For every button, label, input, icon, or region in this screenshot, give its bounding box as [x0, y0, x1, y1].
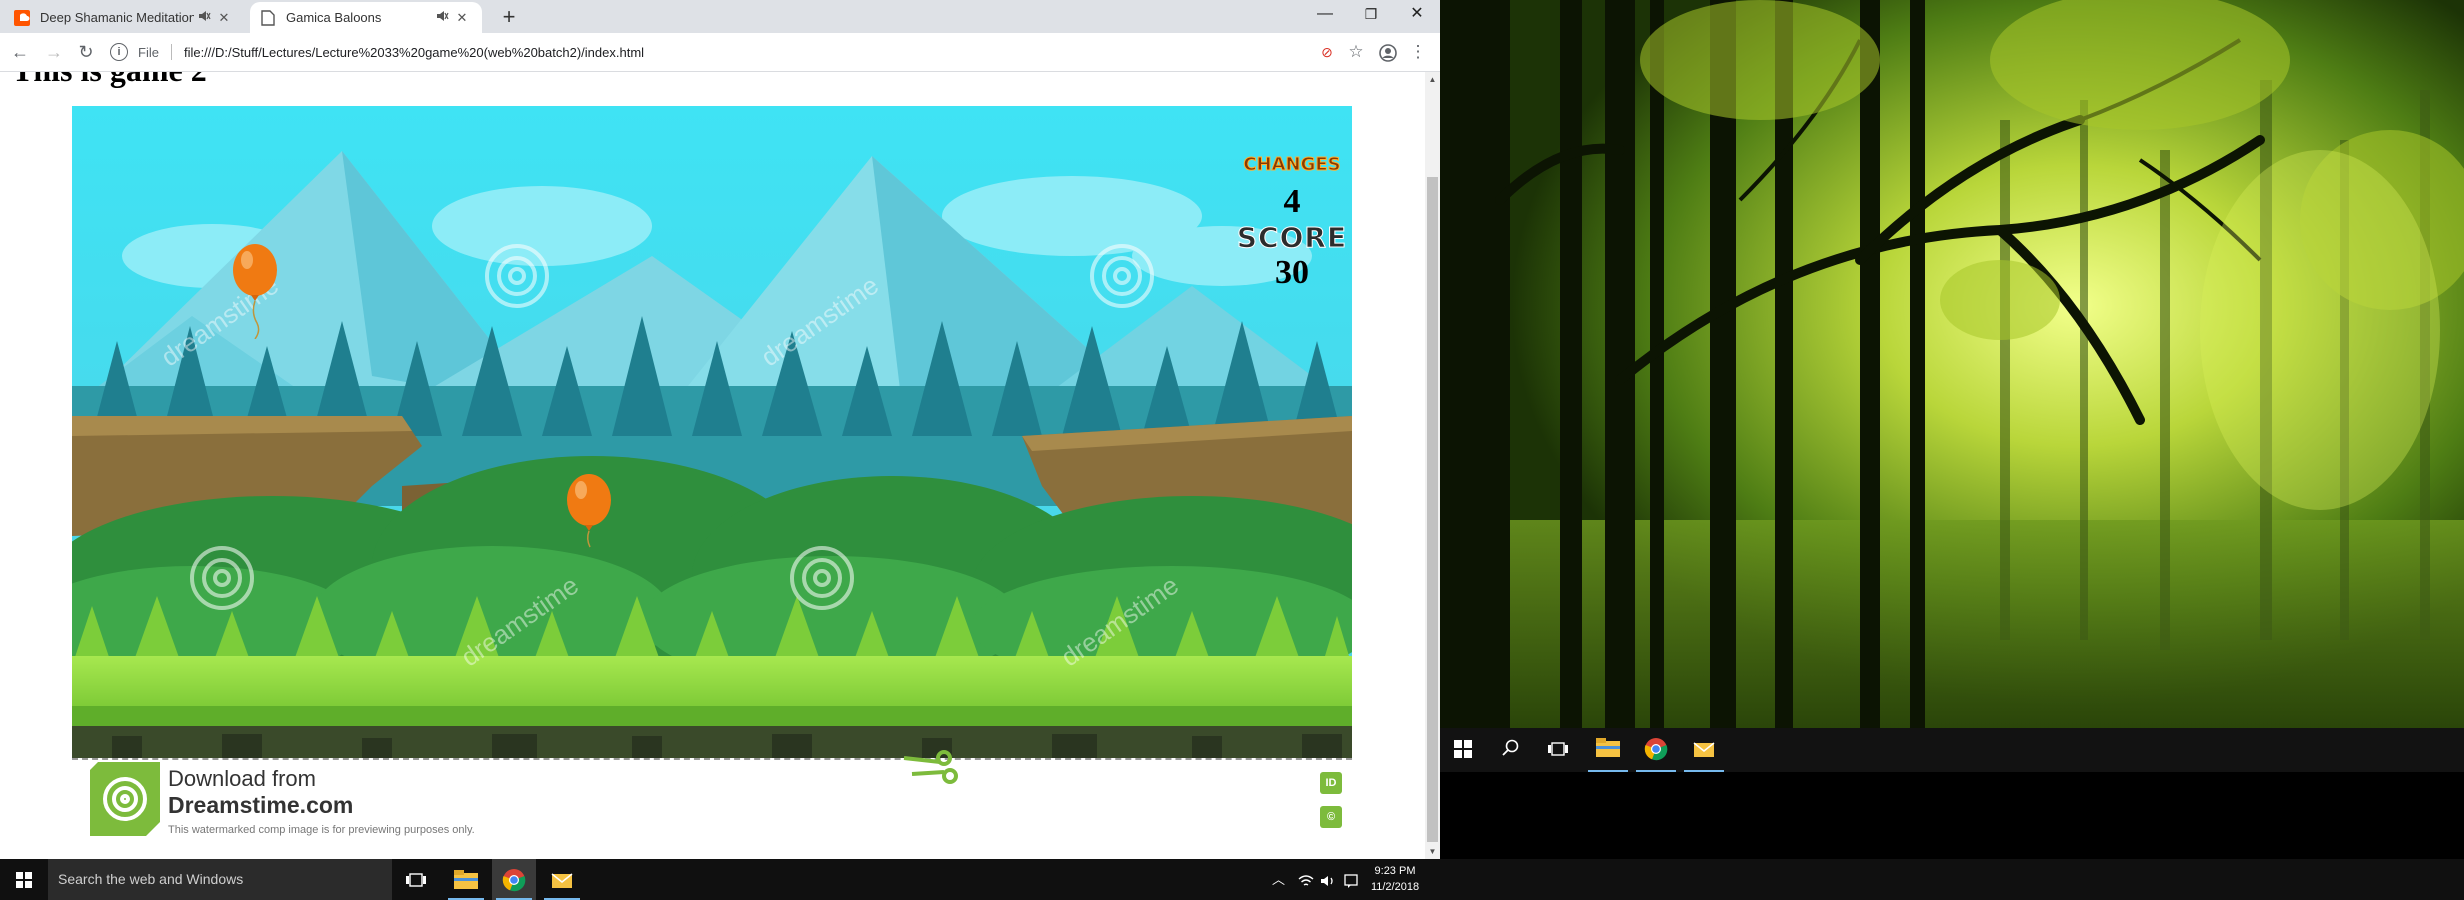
- task-view-icon: [406, 872, 426, 887]
- browser-window: Deep Shamanic Meditation - ✕ Gamica Balo…: [0, 0, 1440, 859]
- clock-time: 9:23 PM: [1374, 865, 1416, 877]
- tab-title: Deep Shamanic Meditation -: [40, 10, 194, 25]
- blocked-icon[interactable]: ⊘: [1313, 38, 1341, 66]
- star-icon[interactable]: ☆: [1342, 38, 1370, 66]
- balloon-icon: [233, 244, 277, 340]
- divider: [170, 44, 172, 60]
- task-view-icon[interactable]: [1548, 740, 1568, 763]
- changes-label: CHANGES: [1243, 154, 1341, 176]
- close-tab-icon[interactable]: ✕: [452, 10, 472, 26]
- dreamstime-banner: Download from Dreamstime.com This waterm…: [72, 750, 1352, 856]
- task-view-button[interactable]: [396, 859, 436, 900]
- file-explorer-icon: [454, 869, 478, 889]
- tab-strip: Deep Shamanic Meditation - ✕ Gamica Balo…: [0, 0, 1440, 33]
- speaker-muted-icon[interactable]: [432, 9, 452, 26]
- file-explorer-button[interactable]: [444, 859, 488, 900]
- speaker-muted-icon[interactable]: [194, 9, 214, 26]
- id-badge: ID: [1320, 772, 1342, 794]
- clock[interactable]: 9:23 PM 11/2/2018: [1360, 863, 1430, 895]
- menu-icon[interactable]: ⋮: [1404, 38, 1432, 66]
- account-icon[interactable]: [1374, 38, 1402, 66]
- balloon[interactable]: [230, 244, 280, 344]
- new-tab-button[interactable]: +: [496, 4, 522, 30]
- taskbar-search-input[interactable]: Search the web and Windows: [48, 859, 392, 900]
- disclaimer-text: This watermarked comp image is for previ…: [168, 824, 475, 836]
- forest-image: [1440, 0, 2464, 728]
- page-title: This is game 2: [12, 72, 207, 89]
- windows-logo-icon: [16, 871, 32, 888]
- reload-icon[interactable]: ↻: [72, 38, 100, 66]
- balloon[interactable]: [564, 474, 614, 554]
- scroll-down-icon[interactable]: ▼: [1425, 844, 1440, 859]
- page-content: This is game 2: [0, 72, 1425, 859]
- url-text[interactable]: file:///D:/Stuff/Lectures/Lecture%2033%2…: [184, 45, 644, 60]
- browser-toolbar: ← → ↻ i File file:///D:/Stuff/Lectures/L…: [0, 33, 1440, 72]
- scissors-icon: [903, 750, 958, 784]
- taskbar-indicator: [1588, 770, 1628, 772]
- game-hud: CHANGES 4 SCORE 30: [1232, 154, 1352, 292]
- minimize-button[interactable]: —: [1302, 0, 1348, 30]
- chevron-up-icon[interactable]: ︿: [1272, 859, 1285, 900]
- balloon-icon: [567, 474, 611, 548]
- chrome-icon: [502, 868, 526, 891]
- restore-button[interactable]: ❐: [1348, 0, 1394, 30]
- mail-button[interactable]: [540, 859, 584, 900]
- taskbar: Search the web and Windows ︿ 9:23 PM 11/…: [0, 859, 2464, 900]
- taskbar-indicator: [1684, 770, 1724, 772]
- page-scrollbar[interactable]: ▲ ▼: [1425, 72, 1440, 859]
- changes-value: 4: [1283, 183, 1301, 220]
- search-icon[interactable]: [1502, 739, 1520, 762]
- chrome-icon[interactable]: [1644, 737, 1668, 766]
- info-icon[interactable]: i: [110, 43, 128, 61]
- forward-arrow-icon[interactable]: →: [40, 38, 68, 66]
- windows-start-button[interactable]: [0, 859, 48, 900]
- clock-date: 11/2/2018: [1370, 881, 1420, 893]
- volume-icon[interactable]: [1320, 859, 1336, 900]
- copyright-badge: ©: [1320, 806, 1342, 828]
- dreamstime-label: Dreamstime.com: [168, 792, 354, 818]
- page-icon: [260, 9, 276, 26]
- network-icon[interactable]: [1298, 859, 1314, 900]
- secondary-taskbar: [1440, 728, 2464, 772]
- tab-title: Gamica Baloons: [286, 10, 382, 25]
- download-label: Download from: [168, 766, 316, 791]
- chrome-button[interactable]: [492, 859, 536, 900]
- taskbar-indicator: [1636, 770, 1676, 772]
- mail-icon[interactable]: [1692, 739, 1716, 764]
- windows-start-icon[interactable]: [1454, 740, 1472, 763]
- close-window-button[interactable]: ✕: [1394, 0, 1440, 30]
- score-value: 30: [1275, 254, 1309, 291]
- mail-icon: [551, 872, 573, 888]
- score-label: SCORE: [1236, 221, 1348, 255]
- dreamstime-logo-icon: [90, 762, 160, 836]
- scroll-up-icon[interactable]: ▲: [1425, 72, 1440, 87]
- desktop-wallpaper: [1440, 0, 2464, 859]
- scrollbar-thumb[interactable]: [1427, 177, 1438, 842]
- action-center-icon[interactable]: [1344, 859, 1358, 900]
- game-canvas[interactable]: dreamstime dreamstime dreamstime dreamst…: [72, 106, 1352, 758]
- game-background: [72, 106, 1352, 758]
- url-scheme: File: [138, 44, 159, 60]
- close-tab-icon[interactable]: ✕: [214, 10, 234, 26]
- back-arrow-icon[interactable]: ←: [6, 38, 34, 66]
- tab-gamica-baloons[interactable]: Gamica Baloons ✕: [250, 2, 482, 33]
- file-explorer-icon[interactable]: [1596, 738, 1620, 763]
- soundcloud-icon: [14, 9, 30, 26]
- address-bar[interactable]: i File file:///D:/Stuff/Lectures/Lecture…: [110, 38, 1305, 66]
- tab-soundcloud[interactable]: Deep Shamanic Meditation - ✕: [4, 2, 244, 33]
